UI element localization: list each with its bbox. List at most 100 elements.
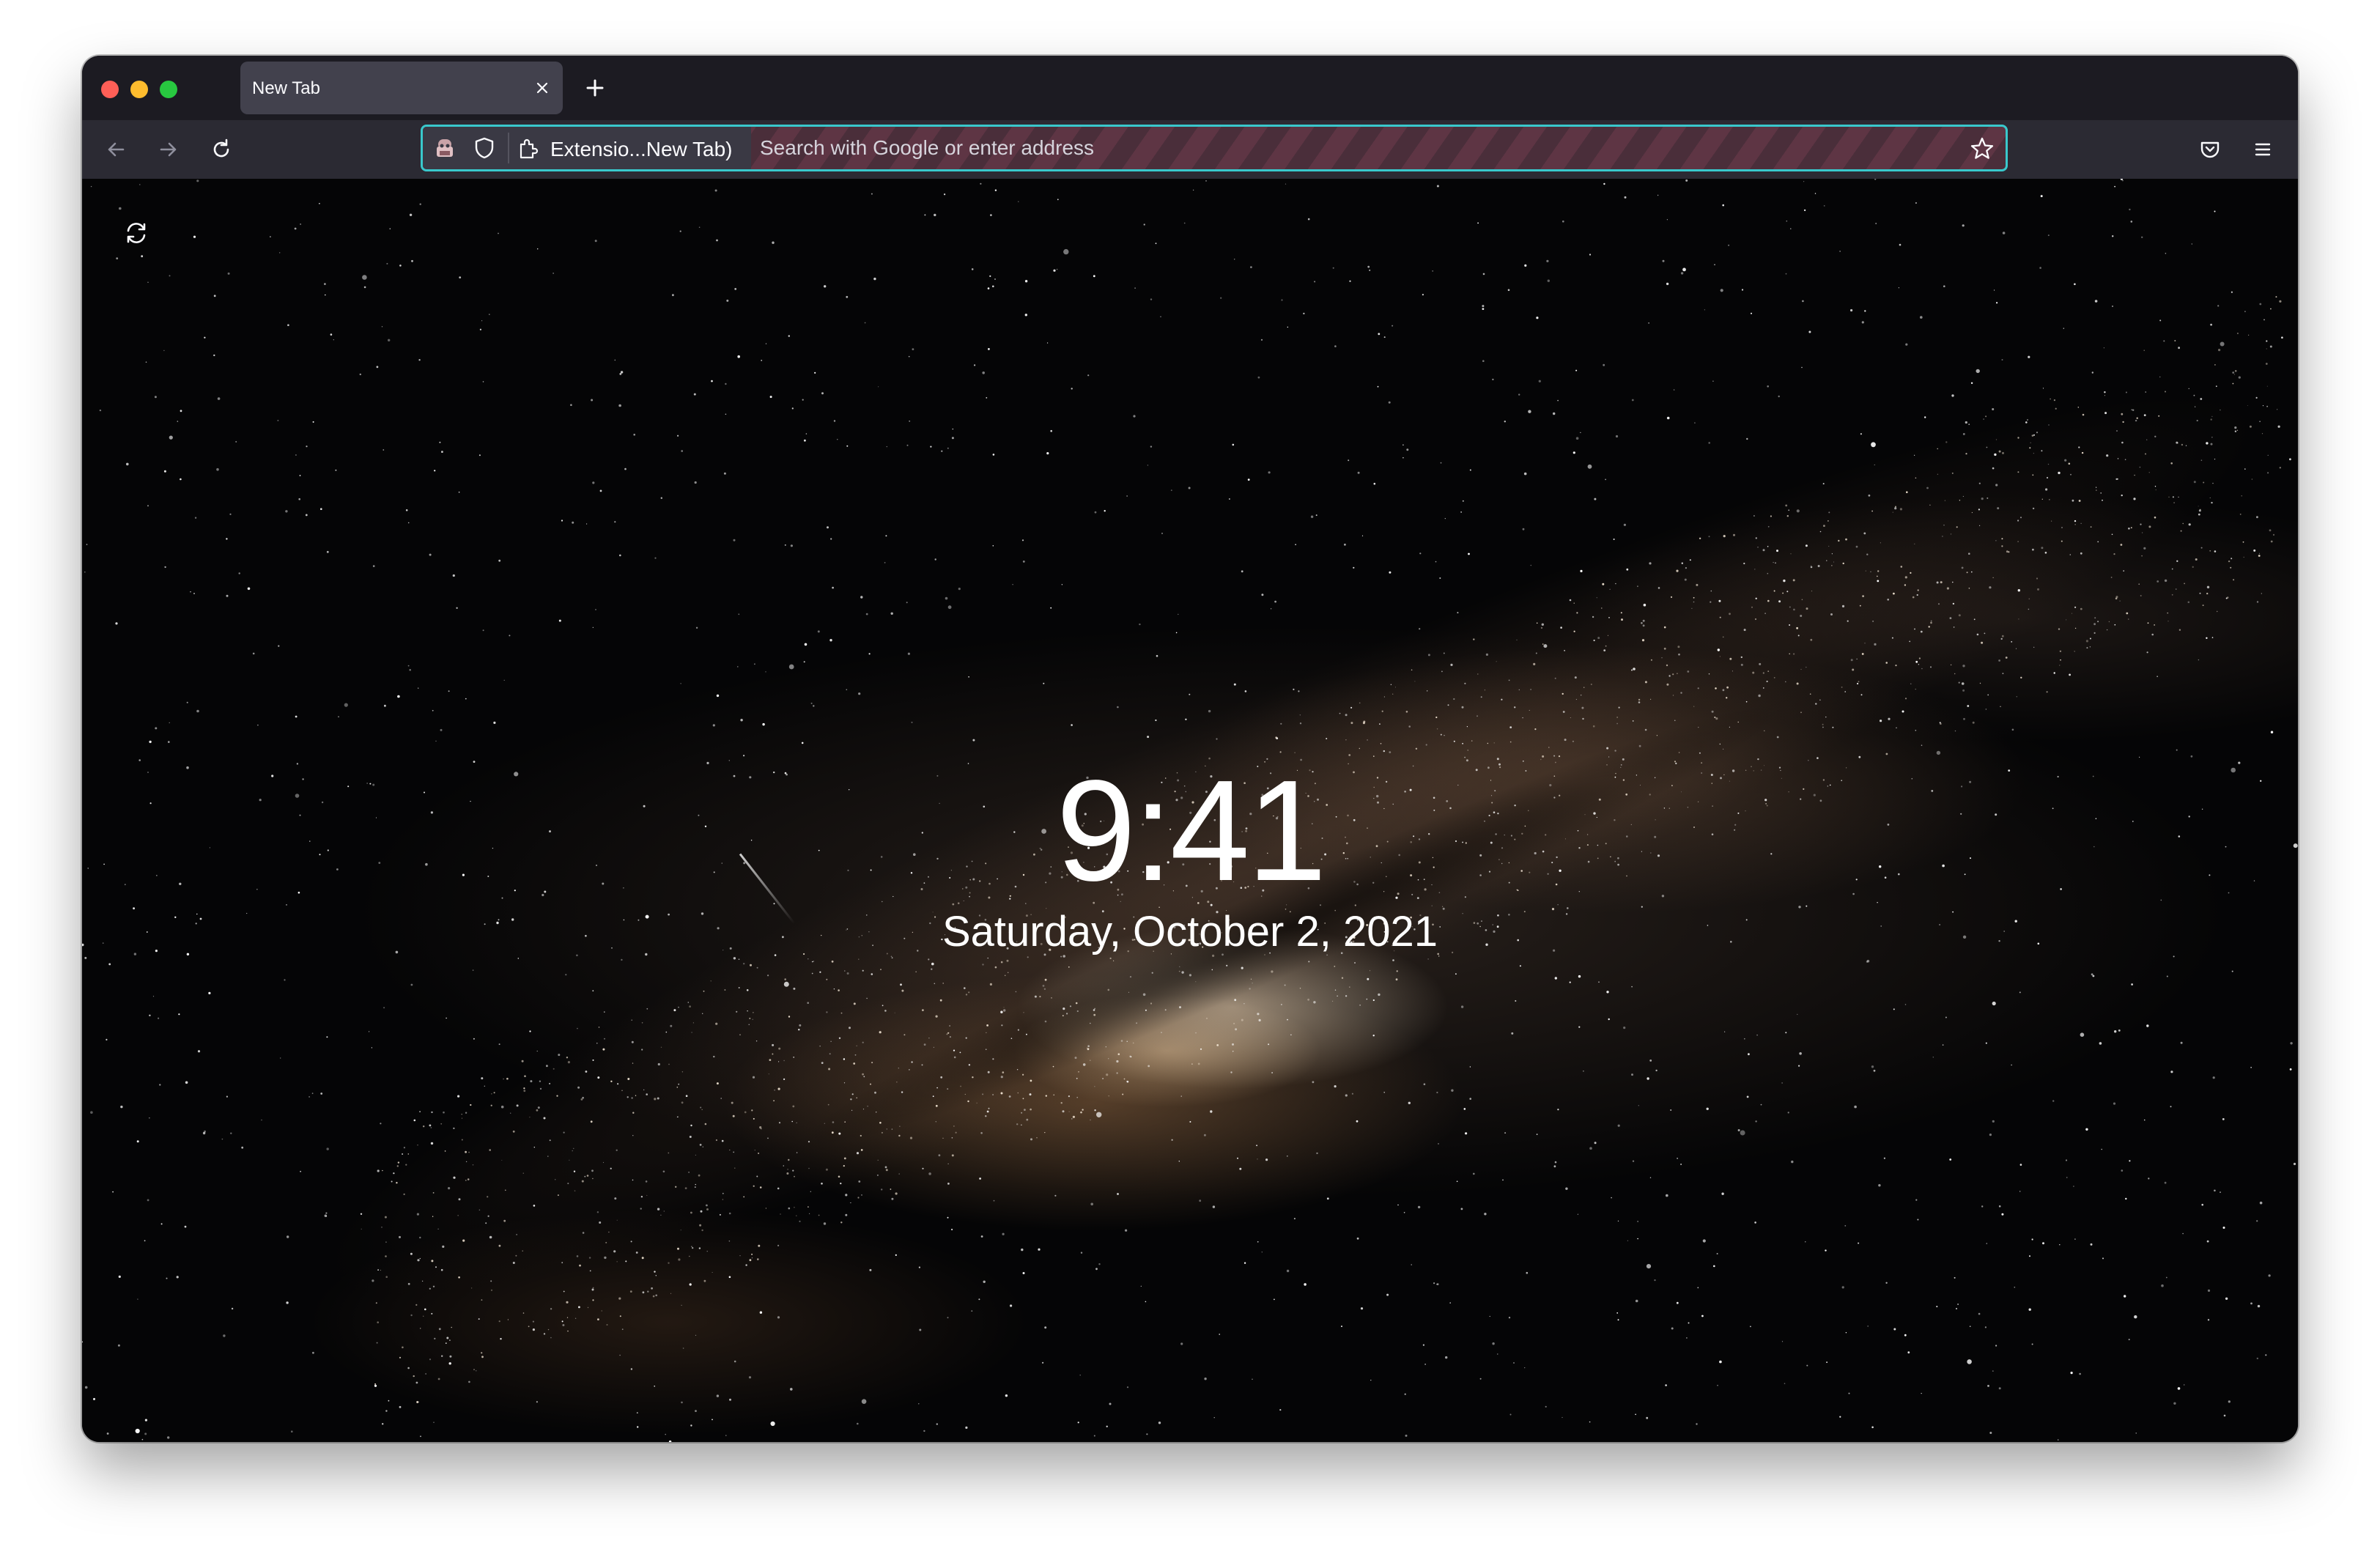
star xyxy=(592,1059,594,1061)
star xyxy=(1243,1003,1245,1005)
star xyxy=(1708,536,1710,538)
star xyxy=(235,440,237,443)
star xyxy=(537,1106,540,1109)
star xyxy=(2090,526,2092,528)
star xyxy=(478,1318,480,1320)
star xyxy=(1847,620,1849,622)
star xyxy=(167,1436,170,1439)
search-input[interactable] xyxy=(760,133,1932,163)
star xyxy=(2176,749,2178,751)
tracking-protection-shield-icon[interactable] xyxy=(473,136,496,160)
star xyxy=(1511,1032,1514,1035)
star xyxy=(484,1085,485,1087)
star xyxy=(2281,336,2283,339)
window-minimize-button[interactable] xyxy=(130,81,148,98)
star xyxy=(2154,435,2157,437)
star xyxy=(1693,706,1695,707)
star xyxy=(1855,545,1858,548)
star xyxy=(1381,710,1383,712)
tab-new-tab[interactable]: New Tab xyxy=(240,62,563,114)
star xyxy=(681,1071,684,1073)
window-maximize-button[interactable] xyxy=(160,81,177,98)
reload-button[interactable] xyxy=(204,132,239,167)
star xyxy=(1164,1009,1167,1011)
star xyxy=(1299,722,1302,725)
star xyxy=(965,1037,967,1039)
star xyxy=(2047,234,2050,237)
star xyxy=(1729,657,1732,660)
star xyxy=(326,550,329,553)
refresh-background-icon[interactable] xyxy=(122,218,151,248)
star xyxy=(1575,369,1578,371)
star xyxy=(699,1224,702,1227)
star xyxy=(2289,1068,2292,1071)
star xyxy=(654,1098,657,1101)
star xyxy=(431,1111,433,1114)
url-bar[interactable]: Extensio...New Tab) xyxy=(421,125,2008,171)
star xyxy=(1181,971,1184,974)
star xyxy=(2019,1164,2022,1166)
star xyxy=(861,1399,867,1404)
star xyxy=(891,957,893,959)
star xyxy=(377,1169,380,1172)
star xyxy=(2001,1213,2004,1216)
star xyxy=(793,1057,795,1058)
star xyxy=(2154,624,2155,626)
star xyxy=(1597,637,1600,640)
star xyxy=(715,1139,718,1142)
star xyxy=(2130,221,2133,223)
forward-button[interactable] xyxy=(151,132,186,167)
star xyxy=(668,1262,670,1264)
star xyxy=(2209,550,2211,552)
close-tab-icon[interactable] xyxy=(532,78,552,98)
star xyxy=(1369,269,1371,271)
star xyxy=(280,1057,281,1059)
star xyxy=(438,1328,441,1331)
star xyxy=(919,1328,922,1331)
star xyxy=(384,1216,387,1219)
star xyxy=(435,1266,437,1268)
star xyxy=(1803,181,1805,182)
star xyxy=(2159,376,2161,378)
window-close-button[interactable] xyxy=(101,81,119,98)
identity-box[interactable]: Extensio...New Tab) xyxy=(423,127,751,169)
star xyxy=(2151,633,2154,636)
star xyxy=(2051,520,2052,522)
star xyxy=(1345,739,1347,741)
app-menu-button[interactable] xyxy=(2245,132,2280,167)
star xyxy=(1234,999,1237,1002)
star xyxy=(2072,499,2074,502)
star xyxy=(1000,961,1003,964)
star xyxy=(402,1346,404,1349)
star xyxy=(489,1235,492,1239)
star xyxy=(1030,1108,1032,1111)
star xyxy=(752,1076,755,1079)
pocket-button[interactable] xyxy=(2192,132,2228,167)
star xyxy=(850,1202,851,1204)
star xyxy=(947,1088,949,1090)
star xyxy=(1357,471,1360,474)
star xyxy=(862,1073,864,1076)
star xyxy=(1685,567,1687,569)
star xyxy=(828,1068,831,1071)
star xyxy=(1123,1078,1126,1080)
star xyxy=(605,1241,607,1243)
star xyxy=(1828,511,1830,514)
star xyxy=(2165,391,2166,393)
star xyxy=(1524,264,1527,267)
star xyxy=(1148,1065,1150,1068)
star xyxy=(1460,1005,1464,1008)
star xyxy=(737,666,739,668)
incognito-mask-icon[interactable] xyxy=(433,136,457,160)
star xyxy=(481,320,483,322)
star xyxy=(380,1123,382,1125)
star xyxy=(2136,417,2138,419)
new-tab-plus-icon[interactable] xyxy=(582,75,608,101)
star xyxy=(1602,583,1605,585)
star xyxy=(1071,1118,1073,1120)
star xyxy=(1831,565,1833,566)
bookmark-star-icon[interactable] xyxy=(1969,136,1995,162)
star xyxy=(753,1185,755,1187)
back-button[interactable] xyxy=(98,132,133,167)
star xyxy=(1212,1205,1216,1208)
